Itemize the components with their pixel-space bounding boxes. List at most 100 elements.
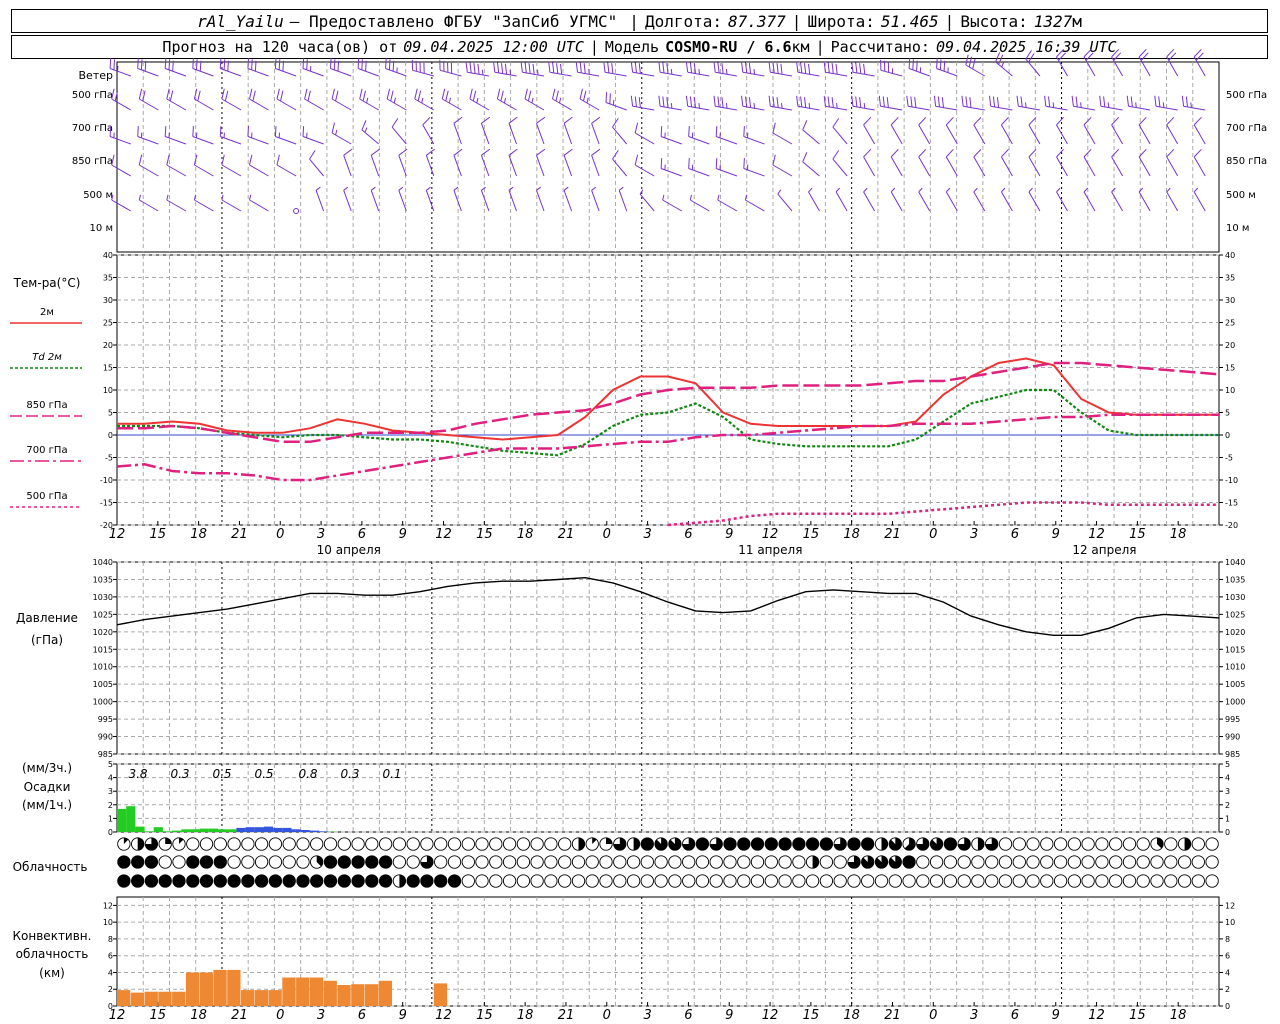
wind-barb xyxy=(1111,187,1124,212)
cloud-cover-symbol-fill xyxy=(338,874,351,888)
date-label: 12 апреля xyxy=(1072,543,1136,557)
wind-barb xyxy=(343,186,352,212)
cloud-cover-symbol xyxy=(502,837,517,851)
temperature-time-axis-xtick-label: 18 xyxy=(190,527,207,542)
wind-barb xyxy=(302,126,324,145)
pressure-panel-ytick-label-left: 985 xyxy=(98,750,113,759)
wind-barb-calm xyxy=(293,208,300,214)
convective-time-axis-xtick-label: 21 xyxy=(884,1008,901,1023)
cloud-cover-symbol-fill xyxy=(200,874,213,888)
cloud-cover-symbol-fill xyxy=(241,874,255,888)
temperature-panel-ytick-label-right: -20 xyxy=(1225,521,1238,530)
cloud-cover-symbol xyxy=(668,855,682,869)
wind-barb xyxy=(878,95,903,111)
wind-barb xyxy=(715,158,738,177)
wind-barb xyxy=(221,194,242,212)
wind-barb xyxy=(1056,116,1068,145)
wind-barb xyxy=(109,126,131,145)
wind-barb xyxy=(796,95,820,111)
wind-barb xyxy=(359,88,379,111)
precip-bar xyxy=(273,827,283,832)
convective-bar xyxy=(130,992,145,1006)
cloud-cover-symbol xyxy=(475,874,489,888)
wind-barb xyxy=(612,118,628,145)
wind-barb xyxy=(575,61,600,77)
wind-barb xyxy=(219,58,242,77)
precip-panel-ytick-label-left: 1 xyxy=(108,814,113,823)
cloud-cover-symbol xyxy=(1150,855,1164,869)
pressure-panel-ytick-label-left: 995 xyxy=(98,715,113,724)
cloud-cover-symbol xyxy=(682,855,696,869)
wind-barb xyxy=(591,116,601,145)
wind-barb xyxy=(685,61,710,77)
wind-barb xyxy=(563,186,573,212)
cloud-cover-symbol xyxy=(227,837,241,851)
temperature-panel-label: Тем-ра(°C) xyxy=(13,276,81,290)
cloud-cover-symbol-fill xyxy=(379,855,392,869)
cloud-cover-symbol xyxy=(737,874,751,888)
convective-time-axis-xtick-label: 15 xyxy=(476,1008,493,1023)
temperature-panel-ytick-label-right: 25 xyxy=(1225,319,1235,328)
cloud-cover-symbol-fill xyxy=(606,837,613,844)
cloud-cover-symbol-fill xyxy=(723,837,737,851)
wind-barb xyxy=(630,61,655,77)
wind-barb xyxy=(618,186,628,212)
wind-barb xyxy=(933,95,958,111)
wind-barb xyxy=(249,154,269,177)
cloud-cover-symbol xyxy=(833,855,847,869)
temperature-time-axis-xtick-label: 12 xyxy=(109,527,126,542)
cloud-cover-symbol-fill xyxy=(434,874,447,888)
cloud-cover-symbol xyxy=(1067,874,1082,888)
precip-3h-total-label: 0.8 xyxy=(298,767,317,781)
convective-panel-ytick-label-left: 8 xyxy=(108,935,113,944)
precip-bar xyxy=(254,827,264,832)
wind-barb xyxy=(137,58,159,77)
pressure-panel-ytick-label-left: 1035 xyxy=(93,575,113,584)
convective-bar xyxy=(378,980,392,1006)
wind-barb xyxy=(274,58,297,77)
cloud-cover-symbol xyxy=(1040,874,1054,888)
convective-panel-ytick-label-left: 2 xyxy=(108,985,113,994)
temperature-panel-ytick-label-left: 5 xyxy=(108,409,113,418)
convective-bar xyxy=(433,983,448,1006)
convective-bar xyxy=(199,972,213,1006)
cloud-cover-symbol xyxy=(571,855,586,869)
wind-barb xyxy=(945,116,958,145)
cloud-cover-symbol xyxy=(475,837,489,851)
wind-barb xyxy=(138,88,159,111)
precip-bar xyxy=(144,831,154,832)
cloud-cover-symbol xyxy=(406,837,420,851)
convective-bar xyxy=(365,984,379,1006)
wind-barb xyxy=(1111,48,1124,77)
wind-barb xyxy=(713,95,737,111)
wind-barb xyxy=(309,150,324,177)
wind-barb xyxy=(520,61,545,77)
cloud-cover-symbol-fill xyxy=(633,837,640,851)
temperature-panel-ytick-label-left: 15 xyxy=(103,364,113,373)
convective-time-axis-xtick-label: 18 xyxy=(843,1008,860,1023)
cloud-cover-symbol-fill xyxy=(792,837,806,851)
cloud-cover-symbol xyxy=(434,837,448,851)
cloud-cover-symbol xyxy=(750,874,765,888)
cloud-cover-symbol-fill xyxy=(806,837,819,851)
wind-barb xyxy=(1193,148,1206,177)
cloud-cover-symbol-fill xyxy=(379,874,392,888)
cloud-cover-symbol xyxy=(929,855,944,869)
cloud-cover-symbol xyxy=(1136,837,1150,851)
wind-barb xyxy=(1083,148,1096,177)
cloud-cover-symbol xyxy=(558,837,572,851)
convective-time-axis-xtick-label: 0 xyxy=(276,1008,284,1023)
precip-bar xyxy=(190,829,200,832)
cloud-cover-symbol xyxy=(971,874,985,888)
wind-barb xyxy=(591,148,601,177)
wind-barb xyxy=(221,154,242,177)
cloud-cover-symbol xyxy=(599,855,613,869)
cloud-cover-symbol xyxy=(530,837,544,851)
precip-3h-total-label: 0.1 xyxy=(382,767,401,781)
cloud-cover-symbol xyxy=(792,855,806,869)
temperature-time-axis-xtick-label: 9 xyxy=(1052,527,1060,542)
wind-barb xyxy=(548,61,572,77)
pressure-panel-ytick-label-left: 1000 xyxy=(93,698,113,707)
temperature-panel-ytick-label-left: 0 xyxy=(108,431,113,440)
wind-barb xyxy=(796,61,820,77)
